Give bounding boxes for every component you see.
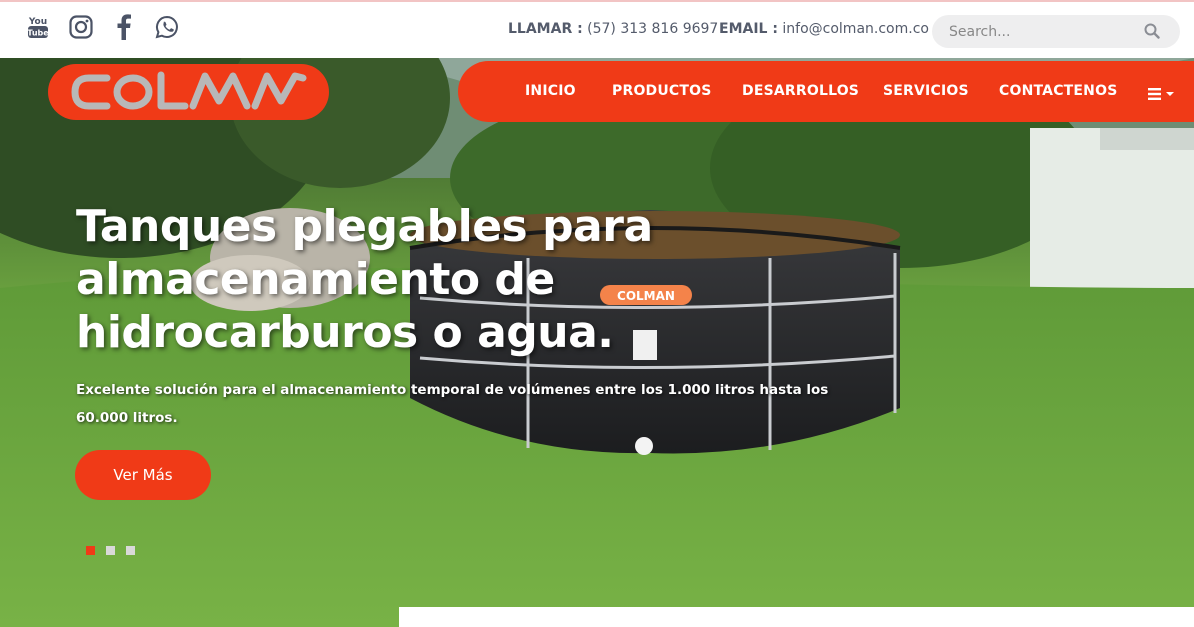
hero-title: Tanques plegables para almacenamiento de…	[76, 201, 653, 358]
list-menu-icon[interactable]	[1148, 85, 1174, 104]
logo[interactable]	[48, 64, 329, 120]
youtube-icon[interactable]: You Tube	[26, 14, 50, 40]
email-contact: EMAIL : info@colman.com.co	[719, 21, 929, 37]
nav-item-productos[interactable]: PRODUCTOS	[612, 83, 712, 99]
slider-dot-1[interactable]	[86, 546, 95, 555]
nav-item-contactenos[interactable]: CONTACTENOS	[999, 83, 1117, 99]
social-links: You Tube	[26, 14, 179, 40]
email-address[interactable]: info@colman.com.co	[782, 21, 929, 37]
ver-mas-button[interactable]: Ver Más	[75, 450, 211, 500]
main-nav: INICIO PRODUCTOS DESARROLLOS SERVICIOS C…	[458, 61, 1194, 122]
slider-dot-3[interactable]	[126, 546, 135, 555]
instagram-icon[interactable]	[69, 14, 93, 40]
slider-pagination	[86, 546, 135, 555]
hero-slider: COLMAN INICIO PRODUCTOS DESARROLLOS SERV…	[0, 58, 1194, 627]
colman-logo-icon	[71, 71, 306, 110]
slider-dot-2[interactable]	[106, 546, 115, 555]
search-box	[932, 15, 1180, 48]
phone-contact: LLAMAR : (57) 313 816 9697	[508, 21, 718, 37]
content-panel-edge	[399, 607, 1194, 627]
nav-item-servicios[interactable]: SERVICIOS	[883, 83, 969, 99]
phone-label: LLAMAR :	[508, 21, 583, 37]
nav-item-inicio[interactable]: INICIO	[525, 83, 576, 99]
svg-text:Tube: Tube	[27, 29, 49, 38]
search-icon[interactable]	[1144, 23, 1160, 43]
whatsapp-icon[interactable]	[155, 14, 179, 40]
top-bar: You Tube LLAMAR : (57) 313 816 9697 EMAI…	[0, 0, 1194, 58]
email-label: EMAIL :	[719, 21, 778, 37]
facebook-icon[interactable]	[112, 14, 136, 40]
search-input[interactable]	[949, 23, 1139, 40]
phone-number[interactable]: (57) 313 816 9697	[587, 21, 718, 37]
svg-text:You: You	[28, 17, 47, 27]
nav-item-desarrollos[interactable]: DESARROLLOS	[742, 83, 859, 99]
hero-subtitle: Excelente solución para el almacenamient…	[76, 382, 829, 426]
